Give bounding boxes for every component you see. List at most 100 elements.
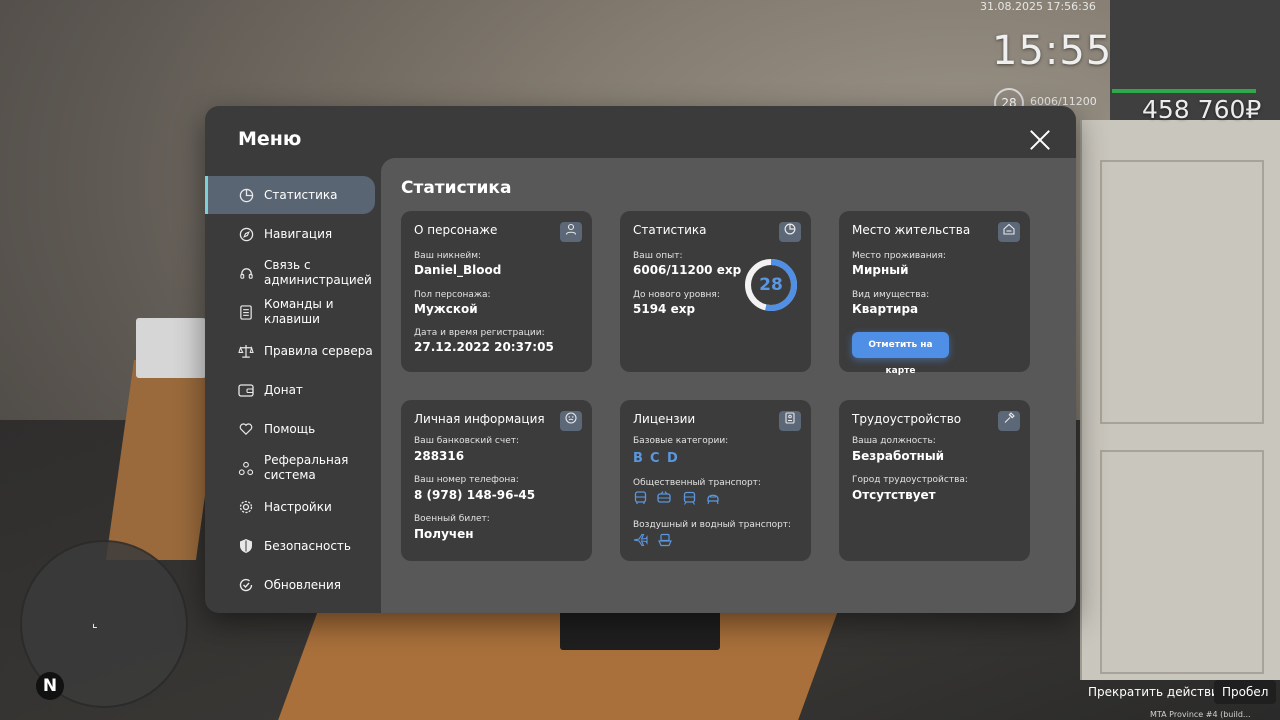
close-icon[interactable] [1027, 127, 1053, 153]
train-icon [705, 491, 721, 507]
sidebar-item-updates[interactable]: Обновления [205, 566, 375, 604]
licenses-card: Лицензии Базовые категории: B C D Общест… [620, 400, 811, 561]
hud-clock: 15:55 [992, 28, 1113, 74]
sidebar-item-donate[interactable]: Донат [205, 371, 375, 409]
level-value: 28 [759, 275, 783, 295]
card-title: О персонаже [414, 223, 498, 237]
gear-icon [238, 499, 254, 515]
license-category: D [667, 451, 678, 466]
hud-health-bar [1112, 89, 1256, 93]
place-value: Мирный [852, 263, 909, 277]
compass-north-icon: N [36, 672, 64, 700]
heart-hand-icon [238, 421, 254, 437]
page-title: Статистика [401, 178, 512, 198]
sidebar-item-label: Команды и клавиши [264, 297, 334, 326]
hud-money: 458 760₽ [1142, 95, 1262, 124]
work-city-label: Город трудоустройства: [852, 475, 968, 485]
card-title: Лицензии [633, 412, 696, 426]
public-transport-label: Общественный транспорт: [633, 478, 761, 488]
registration-value: 27.12.2022 20:37:05 [414, 340, 554, 354]
sidebar-item-label: Реферальная система [264, 453, 349, 482]
character-card: О персонаже Ваш никнейм: Daniel_Blood По… [401, 211, 592, 372]
next-level-value: 5194 exp [633, 302, 696, 316]
card-title: Место жительства [852, 223, 971, 237]
pie-chart-icon [779, 222, 801, 242]
bus-icon [632, 491, 648, 507]
headset-icon [238, 265, 254, 281]
sidebar-item-label: Связь с администрацией [264, 258, 372, 287]
next-level-label: До нового уровня: [633, 290, 720, 300]
shield-icon [238, 538, 254, 554]
sidebar-item-label: Донат [264, 382, 303, 397]
build-info: MTA Province #4 (build... [1150, 710, 1251, 719]
mark-on-map-button[interactable]: Отметить на карте [852, 332, 949, 376]
compass-icon [238, 226, 254, 242]
hammer-icon [998, 411, 1020, 431]
referral-icon [238, 460, 254, 476]
pie-chart-icon [238, 187, 254, 203]
sidebar-item-settings[interactable]: Настройки [205, 488, 375, 526]
sidebar-item-label: Статистика [264, 187, 338, 202]
card-title: Трудоустройство [852, 412, 962, 426]
personal-info-card: Личная информация Ваш банковский счет: 2… [401, 400, 592, 561]
property-value: Квартира [852, 302, 919, 316]
place-label: Место проживания: [852, 251, 946, 261]
user-icon [560, 222, 582, 242]
bank-value: 288316 [414, 449, 465, 463]
position-value: Безработный [852, 449, 945, 463]
menu-window: Меню Статистика Навигация Связь с админи… [205, 106, 1076, 613]
tram-icon [681, 491, 697, 507]
id-card-icon [779, 411, 801, 431]
sidebar-item-label: Навигация [264, 226, 333, 241]
house-icon [998, 222, 1020, 242]
sidebar-item-navigation[interactable]: Навигация [205, 215, 375, 253]
background-cabinet [1080, 120, 1280, 680]
wallet-icon [238, 382, 254, 398]
action-hint: Прекратить действие [1088, 685, 1227, 699]
sidebar-item-label: Настройки [264, 499, 332, 514]
card-title: Личная информация [414, 412, 545, 426]
license-category: C [650, 451, 660, 466]
phone-label: Ваш номер телефона: [414, 475, 519, 485]
nickname-value: Daniel_Blood [414, 263, 502, 277]
sidebar-item-statistics[interactable]: Статистика [205, 176, 375, 214]
position-label: Ваша должность: [852, 436, 936, 446]
military-label: Военный билет: [414, 514, 490, 524]
phone-value: 8 (978) 148-96-45 [414, 488, 536, 502]
registration-label: Дата и время регистрации: [414, 328, 545, 338]
face-icon [560, 411, 582, 431]
gender-value: Мужской [414, 302, 478, 316]
bank-label: Ваш банковский счет: [414, 436, 520, 446]
menu-title: Меню [238, 128, 302, 150]
air-water-label: Воздушный и водный транспорт: [633, 520, 792, 530]
sidebar-item-security[interactable]: Безопасность [205, 527, 375, 565]
sidebar-item-admin-contact[interactable]: Связь с администрацией [205, 254, 375, 292]
content-panel: Статистика О персонаже Ваш никнейм: Dani… [381, 158, 1076, 613]
residence-card: Место жительства Место проживания: Мирны… [839, 211, 1030, 376]
stats-card: Статистика Ваш опыт: 6006/11200 exp До н… [620, 211, 811, 372]
exp-value: 6006/11200 exp [633, 263, 742, 277]
sidebar-item-referral[interactable]: Реферальная система [205, 449, 375, 487]
exp-label: Ваш опыт: [633, 251, 683, 261]
ship-icon [657, 533, 673, 549]
property-label: Вид имущества: [852, 290, 930, 300]
trolleybus-icon [656, 491, 672, 507]
sidebar-item-commands[interactable]: Команды и клавиши [205, 293, 375, 331]
military-value: Получен [414, 527, 474, 541]
nickname-label: Ваш никнейм: [414, 251, 482, 261]
employment-card: Трудоустройство Ваша должность: Безработ… [839, 400, 1030, 561]
background-printer [136, 318, 206, 378]
basic-categories-label: Базовые категории: [633, 436, 729, 446]
sidebar-item-help[interactable]: Помощь [205, 410, 375, 448]
list-icon [238, 304, 254, 320]
plane-icon [632, 533, 648, 549]
sidebar-item-rules[interactable]: Правила сервера [205, 332, 375, 370]
action-key[interactable]: Пробел [1214, 680, 1277, 704]
hud-date: 31.08.2025 17:56:36 [980, 0, 1096, 13]
work-city-value: Отсутствует [852, 488, 936, 502]
sidebar-item-label: Правила сервера [264, 343, 373, 358]
scales-icon [238, 343, 254, 359]
sidebar-item-label: Помощь [264, 421, 316, 436]
minimap-player-icon: ⌞ [92, 616, 98, 630]
refresh-icon [238, 577, 254, 593]
